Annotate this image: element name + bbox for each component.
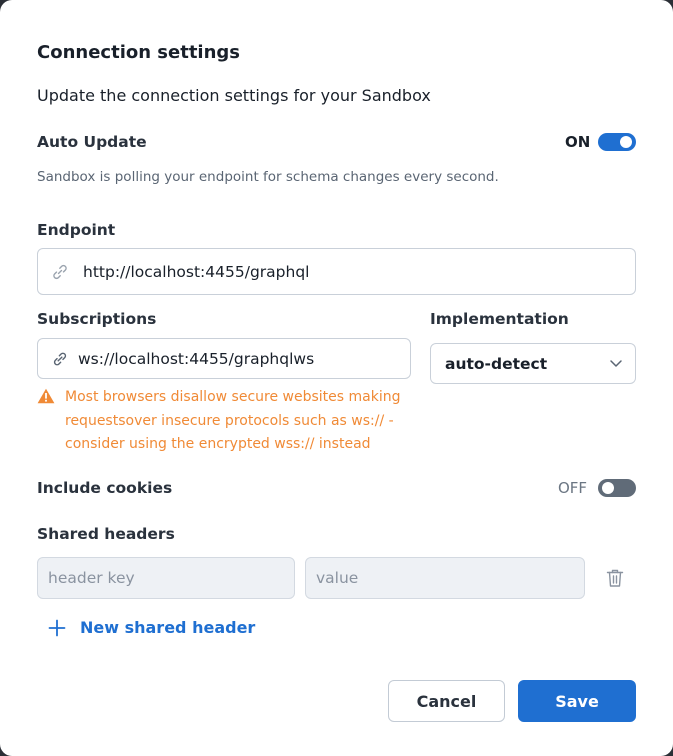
- header-key-placeholder: header key: [48, 569, 135, 587]
- toggle-knob: [620, 136, 632, 148]
- header-key-input[interactable]: header key: [37, 557, 295, 599]
- subscriptions-value: ws://localhost:4455/graphqlws: [78, 349, 315, 368]
- include-cookies-state: OFF: [558, 479, 588, 497]
- save-button[interactable]: Save: [518, 680, 636, 722]
- subscriptions-input[interactable]: ws://localhost:4455/graphqlws: [37, 338, 411, 379]
- endpoint-input[interactable]: http://localhost:4455/graphql: [37, 248, 636, 295]
- chevron-down-icon: [609, 356, 623, 374]
- auto-update-help: Sandbox is polling your endpoint for sch…: [37, 169, 499, 185]
- auto-update-state: ON: [565, 133, 591, 151]
- warning-text: Most browsers disallow secure websites m…: [65, 389, 401, 452]
- implementation-select[interactable]: auto-detect: [430, 343, 636, 384]
- link-icon: [51, 350, 69, 368]
- new-shared-header-button[interactable]: New shared header: [48, 618, 255, 637]
- implementation-selected: auto-detect: [445, 354, 548, 373]
- auto-update-toggle[interactable]: [598, 133, 636, 151]
- plus-icon: [48, 619, 66, 637]
- shared-headers-label: Shared headers: [37, 525, 175, 543]
- cancel-button[interactable]: Cancel: [388, 680, 505, 722]
- subscriptions-label: Subscriptions: [37, 310, 157, 328]
- header-value-placeholder: value: [316, 569, 359, 587]
- endpoint-value: http://localhost:4455/graphql: [83, 262, 310, 281]
- include-cookies-toggle[interactable]: [598, 479, 636, 497]
- toggle-knob: [602, 482, 614, 494]
- include-cookies-label: Include cookies: [37, 479, 173, 497]
- link-icon: [51, 263, 69, 281]
- connection-settings-dialog: Connection settings Update the connectio…: [0, 0, 673, 756]
- trash-icon[interactable]: [604, 567, 626, 593]
- new-shared-header-label: New shared header: [80, 618, 256, 637]
- warning-icon: [37, 388, 55, 413]
- dialog-title: Connection settings: [37, 42, 241, 63]
- endpoint-label: Endpoint: [37, 221, 116, 239]
- implementation-label: Implementation: [430, 310, 569, 328]
- auto-update-label: Auto Update: [37, 133, 147, 151]
- dialog-subtitle: Update the connection settings for your …: [37, 86, 431, 105]
- header-value-input[interactable]: value: [305, 557, 585, 599]
